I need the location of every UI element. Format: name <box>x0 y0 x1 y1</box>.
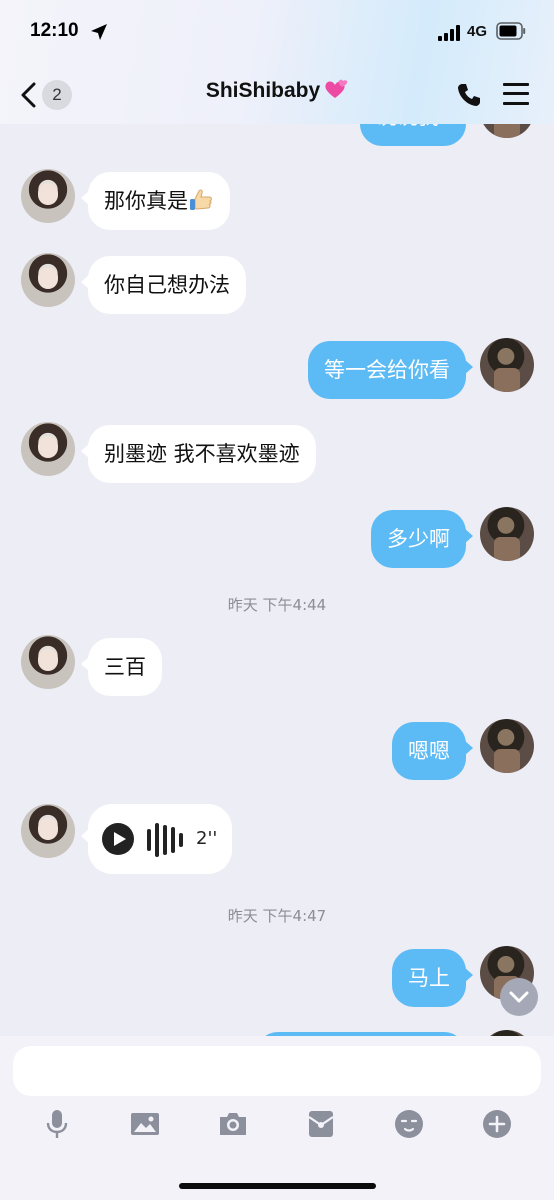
voice-duration: 2'' <box>196 828 218 849</box>
chat-area[interactable]: 说说我? 那你真是 你自己想办法 等一会给你看 别墨迹 我不喜欢墨迹 多少啊 昨… <box>0 0 554 1036</box>
contact-avatar[interactable] <box>21 804 75 858</box>
waveform-icon <box>147 823 183 857</box>
input-bar <box>0 1036 554 1200</box>
play-icon[interactable] <box>102 823 134 855</box>
battery-icon <box>496 22 526 40</box>
location-arrow-icon <box>91 24 107 40</box>
chevron-down-icon <box>509 991 529 1003</box>
phone-icon[interactable] <box>456 82 482 108</box>
message-bubble-left[interactable]: 别墨迹 我不喜欢墨迹 <box>81 425 316 483</box>
message-bubble-left[interactable]: 你自己想办法 <box>81 256 246 314</box>
message-bubble-right[interactable]: 马上 <box>392 949 473 1007</box>
two-hearts-icon <box>325 79 348 98</box>
contact-avatar[interactable] <box>21 253 75 307</box>
message-bubble-right[interactable]: 多少啊 <box>371 510 473 568</box>
home-indicator[interactable] <box>179 1183 376 1189</box>
network-type: 4G <box>467 23 488 40</box>
unread-count-badge[interactable]: 2 <box>42 80 72 110</box>
message-bubble-left[interactable]: 三百 <box>81 638 162 696</box>
thumbs-up-icon <box>190 189 212 210</box>
my-avatar[interactable] <box>480 338 534 392</box>
contact-avatar[interactable] <box>21 169 75 223</box>
header: 12:10 4G 2 ShiShibaby <box>0 0 554 124</box>
emoji-icon[interactable] <box>393 1108 425 1140</box>
contact-avatar[interactable] <box>21 422 75 476</box>
contact-avatar[interactable] <box>21 635 75 689</box>
message-input[interactable] <box>13 1046 541 1096</box>
message-bubble-right[interactable]: 等一会给你看 <box>308 341 473 399</box>
scroll-to-bottom-button[interactable] <box>500 978 538 1016</box>
plus-icon[interactable] <box>481 1108 513 1140</box>
my-avatar[interactable] <box>480 507 534 561</box>
message-text: 那你真是 <box>104 189 188 213</box>
status-time: 12:10 <box>30 20 79 41</box>
image-icon[interactable] <box>129 1108 161 1140</box>
red-packet-icon[interactable] <box>305 1108 337 1140</box>
camera-icon[interactable] <box>217 1108 249 1140</box>
message-bubble-right[interactable]: 嗯嗯 <box>392 722 473 780</box>
my-avatar[interactable] <box>480 719 534 773</box>
chat-title[interactable]: ShiShibaby <box>120 78 434 103</box>
mic-icon[interactable] <box>41 1108 73 1140</box>
message-bubble-left[interactable]: 那你真是 <box>81 172 230 230</box>
voice-message[interactable]: 2'' <box>81 804 232 874</box>
timestamp: 昨天 下午4:44 <box>227 596 327 614</box>
back-chevron-icon[interactable] <box>20 82 38 108</box>
menu-icon[interactable] <box>503 82 529 106</box>
cellular-signal-icon <box>438 25 462 41</box>
contact-name: ShiShibaby <box>205 79 321 102</box>
timestamp: 昨天 下午4:47 <box>227 907 327 925</box>
